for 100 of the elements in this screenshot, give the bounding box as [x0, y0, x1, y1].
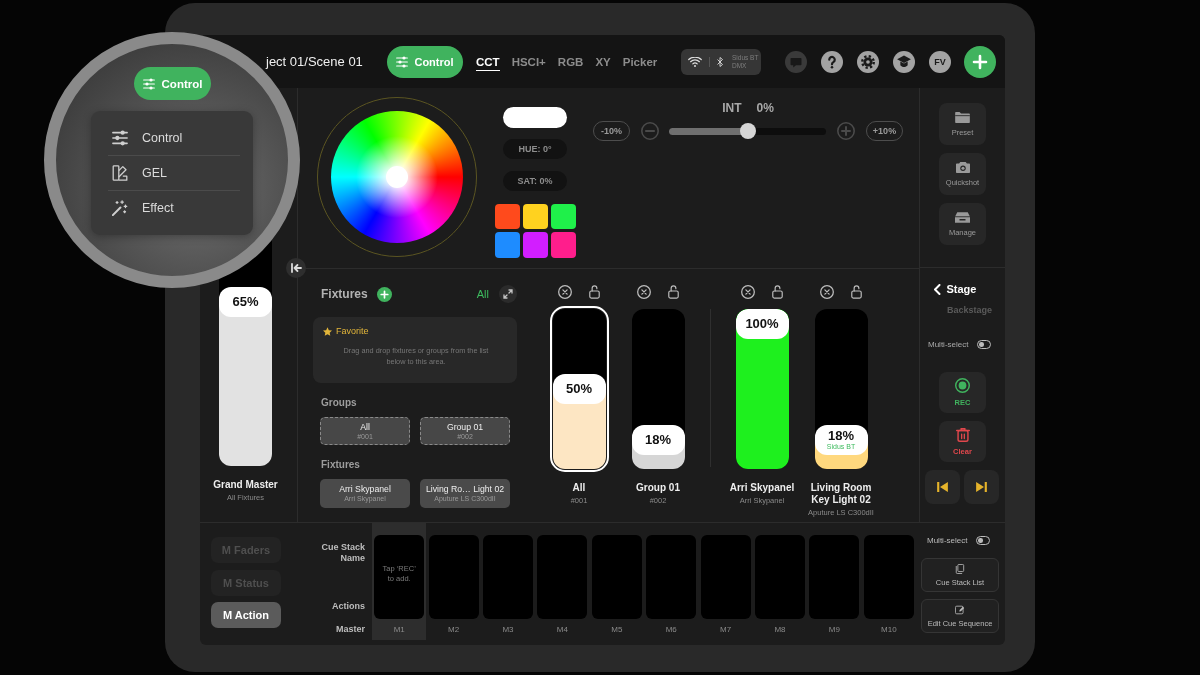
record-icon — [955, 378, 970, 393]
intensity-label: INT — [722, 101, 742, 115]
previous-button[interactable] — [925, 470, 960, 504]
cue-column[interactable]: M9 — [807, 523, 862, 640]
skip-forward-icon — [976, 482, 987, 492]
cue-label: M2 — [448, 625, 460, 634]
fader-handle[interactable]: 65% — [219, 286, 272, 317]
favorite-title: Favorite — [336, 326, 369, 336]
slider-thumb[interactable] — [739, 123, 756, 139]
padlock-icon[interactable] — [851, 285, 862, 299]
expand-icon[interactable] — [499, 285, 517, 303]
fader-reading: 18% — [828, 429, 854, 444]
color-swatch[interactable] — [494, 232, 520, 258]
card-name: All — [360, 421, 370, 432]
intensity-slider[interactable] — [669, 123, 826, 139]
color-mode-tab[interactable]: HSCI+ — [511, 52, 546, 71]
cue-column[interactable]: M6 — [644, 523, 699, 640]
folder-icon — [955, 111, 970, 123]
sliders-icon — [142, 77, 155, 90]
filter-link[interactable]: All — [476, 288, 489, 300]
row-label: Cue Stack Name — [320, 542, 365, 564]
next-button[interactable] — [964, 470, 999, 504]
padlock-icon[interactable] — [589, 285, 600, 299]
color-swatch[interactable] — [550, 232, 576, 258]
cue-column[interactable]: M3 — [480, 523, 536, 640]
fader-handle[interactable]: 50% — [552, 374, 606, 404]
color-swatch[interactable] — [522, 232, 548, 258]
cue-column[interactable]: M4 — [535, 523, 590, 640]
wifi-icon — [688, 56, 702, 67]
fader-reading: 100% — [745, 317, 779, 331]
swatch-book-icon — [112, 165, 128, 181]
cue-label: M10 — [881, 625, 897, 634]
hue-value: HUE: 0° — [503, 139, 567, 159]
camera-icon — [955, 161, 970, 173]
section-label: Fixtures — [320, 459, 361, 471]
cue-label: M8 — [774, 625, 786, 634]
wheel-handle[interactable] — [386, 166, 408, 188]
bluetooth-icon — [717, 56, 723, 67]
fader-handle[interactable]: 18% — [631, 425, 685, 456]
multi-select-label: Multi-select — [928, 340, 969, 349]
cue-label: M5 — [611, 625, 623, 634]
drawer-icon — [955, 211, 970, 223]
menu-item[interactable]: GEL — [108, 155, 240, 190]
close-icon[interactable] — [820, 285, 834, 299]
padlock-icon[interactable] — [668, 285, 679, 299]
close-icon[interactable] — [741, 285, 755, 299]
substage-label: Backstage — [947, 305, 994, 316]
fader-name: Group 01 — [636, 482, 680, 494]
cue-label: M1 — [393, 625, 405, 634]
row-label: Actions — [332, 601, 365, 612]
section-label: Groups — [320, 397, 358, 409]
fader-handle[interactable]: 100% — [735, 309, 789, 339]
multi-select-label: Multi-select — [927, 536, 968, 545]
cue-column[interactable]: M10 — [861, 523, 916, 640]
help-icon[interactable] — [821, 50, 843, 73]
sliders-icon — [396, 55, 409, 68]
graduation-cap-icon[interactable] — [893, 50, 915, 73]
cue-column[interactable]: M8 — [752, 523, 808, 640]
close-icon[interactable] — [558, 285, 572, 299]
color-swatch[interactable] — [522, 204, 548, 229]
stage-back-button[interactable]: Stage — [934, 282, 977, 296]
fader-reading: 50% — [566, 382, 592, 396]
card-name: Arri Skypanel — [339, 484, 391, 494]
card-name: Group 01 — [446, 421, 484, 432]
card-name: Living Ro… Light 02 — [425, 484, 505, 494]
cue-label: M6 — [665, 625, 677, 634]
project-title: ject 01/Scene 01 — [266, 54, 364, 69]
fader-name: All — [572, 482, 586, 494]
add-icon[interactable] — [964, 45, 996, 78]
step-up-button[interactable]: +10% — [866, 121, 903, 141]
close-icon[interactable] — [637, 285, 651, 299]
panel-title: Fixtures — [321, 287, 368, 301]
cue-label: M3 — [502, 625, 514, 634]
profile-button[interactable]: FV — [929, 50, 951, 73]
menu-item[interactable]: Control — [108, 120, 240, 155]
menu-item[interactable]: Effect — [108, 190, 240, 225]
color-swatch[interactable] — [494, 204, 520, 229]
copy-icon — [955, 563, 965, 574]
cue-label: M4 — [556, 625, 568, 634]
cue-label: M9 — [828, 625, 840, 634]
fader-reading: 18% — [645, 433, 671, 448]
cue-column[interactable]: M5 — [589, 523, 644, 640]
cue-column[interactable]: M2 — [426, 523, 481, 640]
fader-track[interactable]: 50% — [552, 309, 606, 469]
settings-icon[interactable] — [857, 50, 879, 73]
fader-track[interactable]: 18% — [631, 309, 685, 469]
color-mode-tab[interactable]: XY — [595, 52, 611, 71]
color-mode-tab[interactable]: CCT — [476, 52, 500, 71]
row-label: Master — [336, 624, 365, 635]
mode-button[interactable]: M Action — [211, 602, 281, 628]
cue-column[interactable]: M7 — [698, 523, 753, 640]
color-swatch[interactable] — [550, 204, 576, 229]
fader-name: Grand Master — [213, 479, 278, 491]
color-mode-tab[interactable]: RGB — [557, 52, 584, 71]
star-icon — [323, 326, 332, 336]
padlock-icon[interactable] — [772, 285, 783, 299]
color-mode-tab[interactable]: Picker — [622, 52, 658, 71]
collapse-icon[interactable] — [286, 258, 306, 278]
fader-track[interactable]: 100% — [735, 309, 789, 469]
add-icon[interactable] — [376, 286, 392, 302]
